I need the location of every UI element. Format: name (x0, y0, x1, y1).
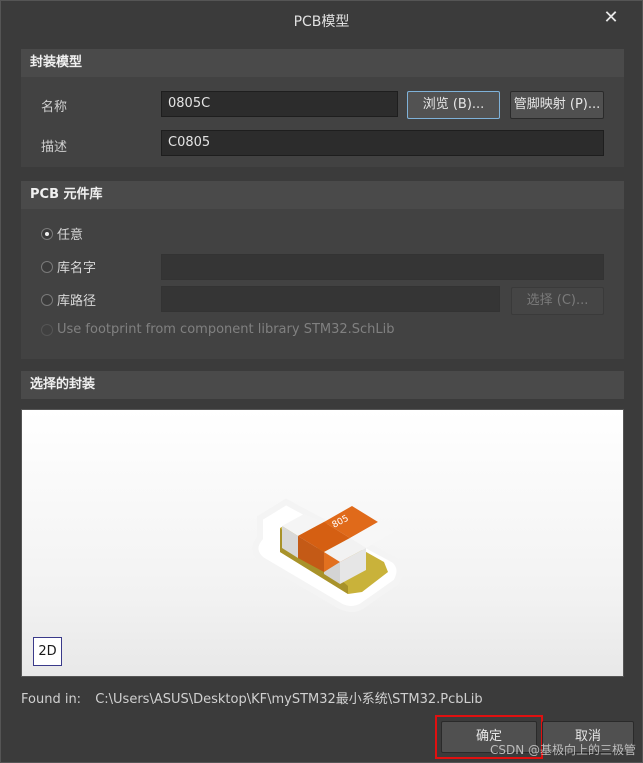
radio-lib-path[interactable]: 库路径 (41, 290, 96, 309)
csdn-watermark: CSDN @基极向上的三极管 (489, 743, 636, 757)
radio-lib-name-label: 库名字 (57, 261, 97, 276)
radio-use-schlib-indicator (41, 323, 53, 336)
radio-any[interactable]: 任意 (41, 224, 83, 243)
title-bar[interactable]: PCB模型 ✕ (1, 1, 642, 39)
radio-lib-path-label: 库路径 (57, 294, 97, 309)
radio-lib-name-indicator[interactable] (41, 260, 53, 273)
lib-name-field[interactable] (161, 254, 604, 280)
component-3d-image: 805 (252, 498, 403, 612)
browse-button[interactable]: 浏览 (B)... (407, 91, 500, 119)
dialog-title: PCB模型 (293, 14, 350, 30)
found-in-path: C:\Users\ASUS\Desktop\KF\mySTM32最小系统\STM… (95, 692, 483, 707)
lib-path-field[interactable] (161, 286, 500, 312)
radio-any-indicator[interactable] (41, 227, 53, 240)
pcb-library-header: PCB 元件库 (21, 181, 624, 209)
found-in-line: Found in: C:\Users\ASUS\Desktop\KF\mySTM… (21, 688, 483, 707)
close-icon[interactable]: ✕ (600, 7, 622, 29)
choose-button[interactable]: 选择 (C)... (511, 287, 604, 315)
radio-any-label: 任意 (57, 228, 84, 243)
radio-lib-name[interactable]: 库名字 (41, 257, 96, 276)
description-field[interactable]: C0805 (161, 130, 604, 156)
radio-lib-path-indicator[interactable] (41, 293, 53, 306)
radio-use-schlib: Use footprint from component library STM… (41, 322, 395, 337)
name-label: 名称 (41, 100, 68, 115)
radio-use-schlib-label: Use footprint from component library STM… (57, 322, 395, 337)
selected-footprint-header: 选择的封装 (21, 371, 624, 399)
footprint-model-header: 封装模型 (21, 49, 624, 77)
footprint-3d-preview[interactable]: 805 2D (21, 409, 624, 677)
found-in-label: Found in: (21, 692, 82, 707)
name-field[interactable]: 0805C (161, 91, 398, 117)
description-label: 描述 (41, 140, 68, 155)
pin-map-button[interactable]: 管脚映射 (P)... (510, 91, 604, 119)
view-2d-button[interactable]: 2D (33, 637, 62, 666)
pcb-model-dialog: PCB模型 ✕ 封装模型 名称 0805C 浏览 (B)... 管脚映射 (P)… (0, 0, 643, 763)
